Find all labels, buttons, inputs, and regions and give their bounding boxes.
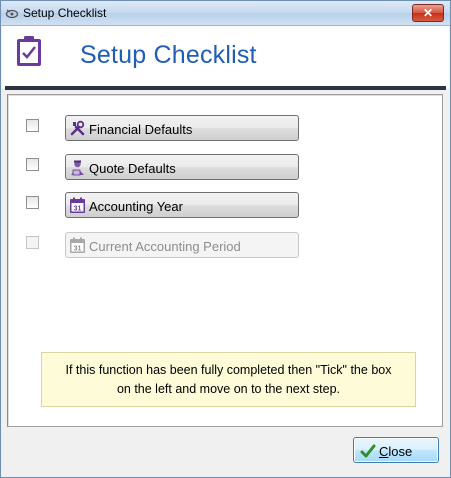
window-title: Setup Checklist: [23, 6, 107, 20]
quote-defaults-label: Quote Defaults: [89, 161, 176, 176]
financial-defaults-label: Financial Defaults: [89, 122, 193, 137]
svg-text:31: 31: [74, 206, 82, 213]
close-button[interactable]: Close: [353, 437, 439, 463]
accounting-year-button[interactable]: 31 Accounting Year: [65, 192, 299, 218]
header-divider: [5, 86, 446, 90]
quote-user-icon: [71, 160, 84, 176]
step-checkbox-quote-defaults[interactable]: [26, 158, 39, 171]
step-checkbox-current-accounting-period[interactable]: [26, 236, 39, 249]
step-checkbox-accounting-year[interactable]: [26, 196, 39, 209]
calendar-icon: 31: [70, 197, 85, 213]
clipboard-check-icon: [17, 36, 41, 66]
page-heading: Setup Checklist: [80, 41, 257, 69]
close-button-label: Close: [379, 444, 413, 459]
step-checkbox-financial-defaults[interactable]: [26, 119, 39, 132]
current-accounting-period-button[interactable]: 31 Current Accounting Period: [65, 232, 299, 258]
instruction-line-2: on the left and move on to the next step…: [116, 382, 341, 396]
app-icon: [5, 9, 19, 19]
financial-defaults-button[interactable]: Financial Defaults: [65, 115, 299, 141]
quote-defaults-button[interactable]: Quote Defaults: [65, 154, 299, 180]
window-close-button[interactable]: ✕: [412, 4, 444, 22]
calendar-icon: 31: [70, 237, 85, 253]
instruction-line-1: If this function has been fully complete…: [65, 363, 392, 377]
tools-icon: [70, 120, 85, 136]
svg-text:31: 31: [74, 246, 82, 253]
check-icon: [360, 444, 376, 458]
checklist-panel: Financial Defaults Quote Defaults 31 Acc: [7, 94, 443, 427]
title-bar: Setup Checklist ✕: [1, 1, 450, 26]
instruction-note: If this function has been fully complete…: [41, 352, 416, 407]
setup-checklist-window: Setup Checklist ✕ Setup Checklist Financ…: [0, 0, 451, 478]
header-banner: Setup Checklist: [2, 26, 449, 88]
current-accounting-period-label: Current Accounting Period: [89, 239, 241, 254]
accounting-year-label: Accounting Year: [89, 199, 183, 214]
